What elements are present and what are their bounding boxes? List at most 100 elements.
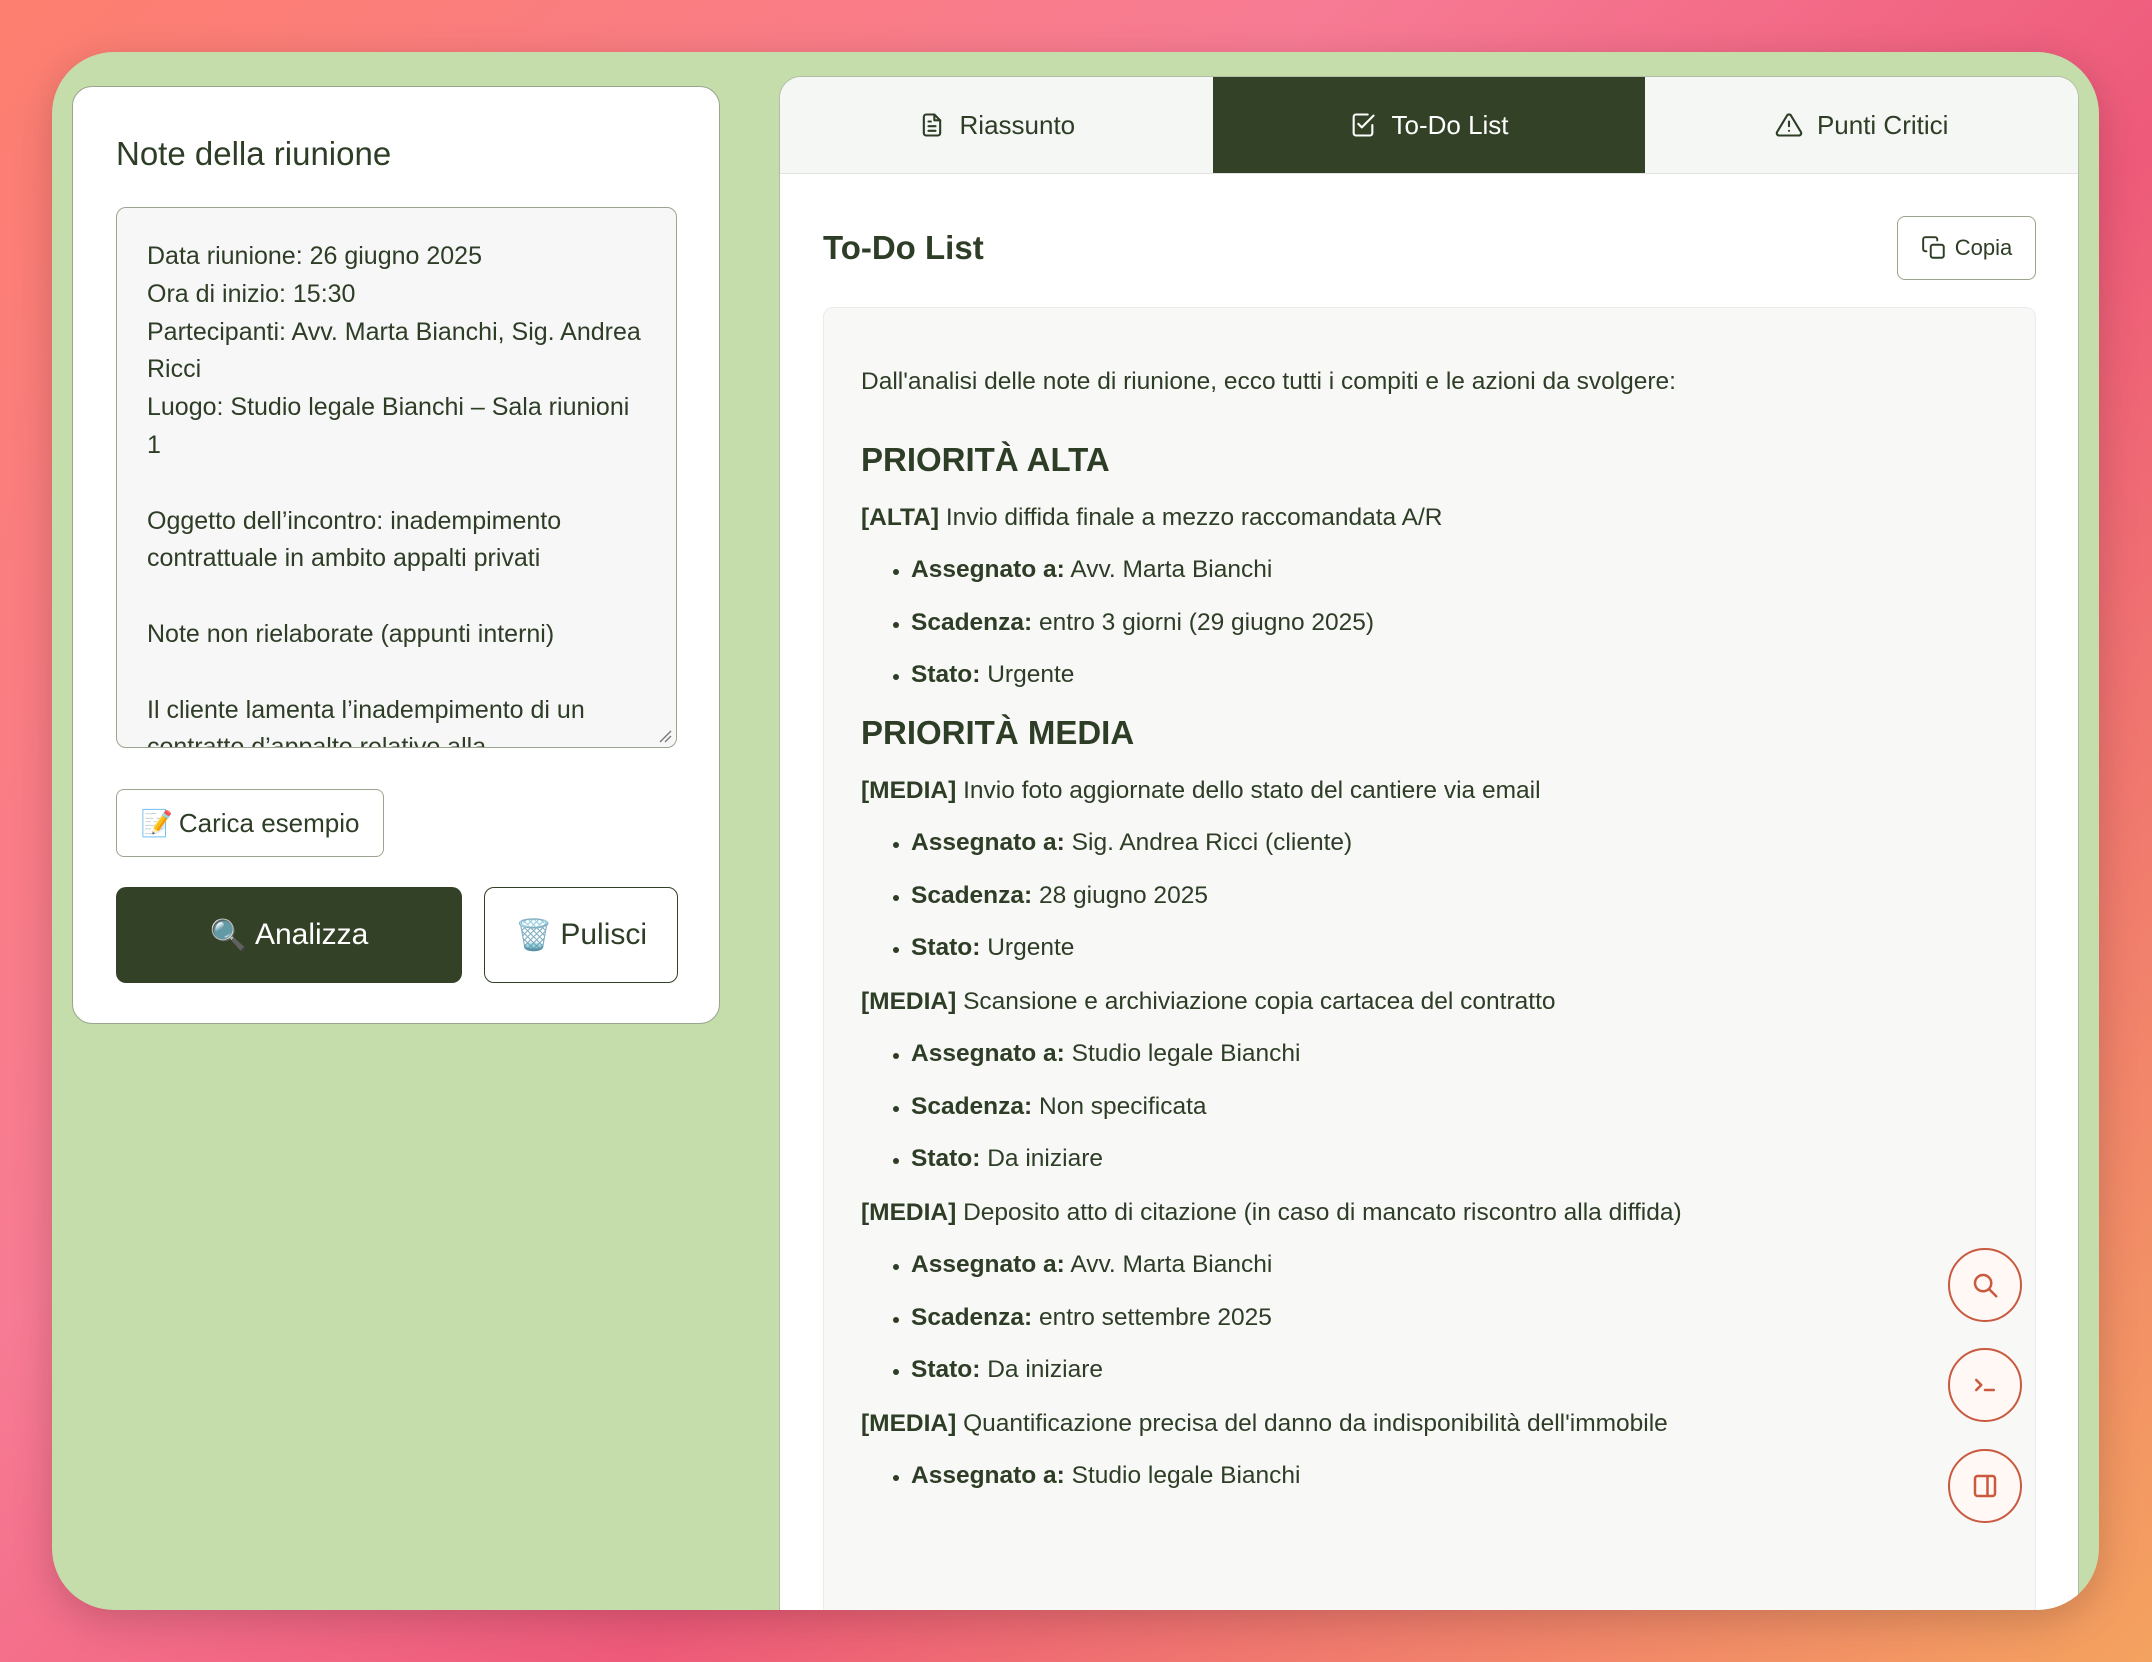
task-priority-tag: [ALTA]: [861, 504, 939, 531]
notes-line: [147, 578, 646, 616]
analyze-button[interactable]: 🔍 Analizza: [116, 887, 462, 983]
copy-icon: [1921, 236, 1945, 259]
priority-heading: PRIORITÀ MEDIA: [861, 714, 1135, 751]
app-frame: Note della riunione Data riunione: 26 gi…: [52, 52, 2099, 1610]
task-due-value: Non specificata: [1039, 1092, 1207, 1120]
resize-grip-icon[interactable]: [658, 729, 672, 743]
copy-label: Copia: [1954, 235, 2013, 260]
task-details: Assegnato a: Studio legale Bianchi: [861, 1460, 1998, 1492]
search-icon: [1973, 1273, 1998, 1298]
analyze-label: Analizza: [254, 918, 369, 951]
checkbox-icon: [1353, 113, 1376, 137]
tab-bar: Riassunto To-Do List Punti Critici: [780, 77, 2078, 174]
task-due: Scadenza: Non specificata: [911, 1091, 1998, 1123]
task-due: Scadenza: entro 3 giorni (29 giugno 2025…: [911, 607, 1998, 639]
task-assigned-value: Avv. Marta Bianchi: [1070, 556, 1273, 583]
tab-riassunto[interactable]: Riassunto: [780, 77, 1213, 173]
task-status-label: Stato:: [911, 1145, 981, 1172]
task-priority-tag: [MEDIA]: [861, 777, 957, 804]
magnifier-icon: 🔍: [209, 918, 247, 952]
load-example-button[interactable]: 📝 Carica esempio: [116, 789, 384, 857]
notes-textarea[interactable]: Data riunione: 26 giugno 2025 Ora di iniz…: [116, 207, 677, 748]
document-icon: [922, 113, 941, 137]
task-assigned-value: Sig. Andrea Ricci (cliente): [1071, 829, 1353, 856]
task-priority-tag: [MEDIA]: [861, 1410, 957, 1437]
notes-line: Data riunione: 26 giugno 2025: [147, 242, 482, 270]
task-assigned-label: Assegnato a:: [911, 1462, 1065, 1489]
panel-title: To-Do List: [823, 229, 984, 266]
task-status: Stato: Urgente: [911, 932, 1998, 964]
task-assigned: Assegnato a: Studio legale Bianchi: [911, 1038, 1998, 1070]
task-title-text: Quantificazione precisa del danno da ind…: [963, 1410, 1668, 1437]
notes-line: Luogo: Studio legale Bianchi – Sala riun…: [147, 393, 637, 459]
task-status-value: Urgente: [987, 934, 1075, 961]
task-status: Stato: Da iniziare: [911, 1354, 1998, 1386]
tab-label: Punti Critici: [1816, 109, 1949, 140]
task-assigned-label: Assegnato a:: [911, 1040, 1065, 1067]
copy-button[interactable]: Copia: [1897, 216, 2036, 280]
task-due-label: Scadenza:: [911, 881, 1033, 909]
notes-line: [147, 465, 646, 503]
task-title-text: Invio diffida finale a mezzo raccomandat…: [945, 504, 1443, 531]
notes-line: Note non rielaborate (appunti interni): [147, 619, 555, 648]
notes-line: [147, 654, 646, 692]
task-details: Assegnato a: Avv. Marta Bianchi Scadenza:…: [861, 1249, 1998, 1386]
notes-line: Ora di inizio: 15:30: [147, 279, 356, 308]
task-assigned-label: Assegnato a:: [911, 829, 1065, 856]
task-details: Assegnato a: Avv. Marta Bianchi Scadenza:…: [861, 554, 1998, 691]
search-fab[interactable]: [1948, 1248, 2022, 1322]
task-title-text: Deposito atto di citazione (in caso di m…: [963, 1199, 1682, 1226]
task-status: Stato: Da iniziare: [911, 1143, 1998, 1175]
tab-label: To-Do List: [1391, 109, 1509, 140]
task-assigned: Assegnato a: Avv. Marta Bianchi: [911, 1249, 1998, 1281]
task-due-value: entro settembre 2025: [1039, 1303, 1272, 1331]
task-title: [ALTA] Invio diffida finale a mezzo racc…: [861, 502, 1998, 534]
task-title: [MEDIA] Quantificazione precisa del dann…: [861, 1408, 1998, 1440]
notes-line: Il cliente lamenta l’inadempimento di un…: [147, 695, 592, 748]
notes-title: Note della riunione: [116, 135, 392, 172]
warning-icon: [1775, 113, 1803, 137]
task-status-value: Da iniziare: [987, 1145, 1103, 1172]
task-details: Assegnato a: Studio legale Bianchi Scaden…: [861, 1038, 1998, 1175]
notes-line: Partecipanti: Avv. Marta Bianchi, Sig. A…: [147, 317, 648, 384]
task-priority-tag: [MEDIA]: [861, 988, 957, 1015]
task-assigned-value: Avv. Marta Bianchi: [1070, 1251, 1273, 1278]
task-title: [MEDIA] Scansione e archiviazione copia …: [861, 986, 1998, 1018]
task-status-label: Stato:: [911, 661, 981, 688]
task-status-label: Stato:: [911, 934, 981, 961]
todo-content: Dall'analisi delle note di riunione, ecc…: [823, 307, 2036, 1610]
clear-label: Pulisci: [560, 918, 648, 951]
intro-text: Dall'analisi delle note di riunione, ecc…: [861, 368, 1676, 395]
task-assigned-value: Studio legale Bianchi: [1071, 1040, 1301, 1067]
task-title: [MEDIA] Invio foto aggiornate dello stat…: [861, 775, 1998, 807]
notes-line: Oggetto dell’incontro: inadempimento con…: [147, 506, 569, 573]
task-status-value: Da iniziare: [987, 1356, 1103, 1383]
task-assigned-label: Assegnato a:: [911, 1251, 1065, 1278]
task-status: Stato: Urgente: [911, 659, 1998, 691]
priority-heading: PRIORITÀ ALTA: [861, 441, 1110, 478]
trash-icon: 🗑️: [514, 918, 553, 952]
task-due: Scadenza: entro settembre 2025: [911, 1302, 1998, 1334]
task-title-text: Invio foto aggiornate dello stato del ca…: [963, 777, 1541, 804]
notes-card: Note della riunione Data riunione: 26 gi…: [72, 86, 720, 1024]
task-priority-tag: [MEDIA]: [861, 1199, 957, 1226]
task-status-value: Urgente: [987, 661, 1075, 688]
task-due-label: Scadenza:: [911, 1092, 1033, 1120]
task-due-value: 28 giugno 2025: [1039, 881, 1208, 909]
tab-todo-list[interactable]: To-Do List: [1212, 77, 1646, 173]
sidebar-panel-icon: [1973, 1474, 1997, 1498]
tab-punti-critici[interactable]: Punti Critici: [1645, 77, 2078, 173]
tab-label: Riassunto: [959, 109, 1076, 140]
terminal-fab[interactable]: [1948, 1348, 2022, 1422]
task-due-value: entro 3 giorni (29 giugno 2025): [1039, 608, 1375, 636]
task-title: [MEDIA] Deposito atto di citazione (in c…: [861, 1197, 1998, 1229]
task-assigned-label: Assegnato a:: [911, 556, 1065, 583]
task-due: Scadenza: 28 giugno 2025: [911, 880, 1998, 912]
clear-button[interactable]: 🗑️ Pulisci: [484, 887, 678, 983]
task-details: Assegnato a: Sig. Andrea Ricci (cliente)…: [861, 827, 1998, 964]
panel-fab[interactable]: [1948, 1449, 2022, 1523]
task-assigned-value: Studio legale Bianchi: [1071, 1462, 1301, 1489]
task-due-label: Scadenza:: [911, 608, 1033, 636]
task-assigned: Assegnato a: Sig. Andrea Ricci (cliente): [911, 827, 1998, 859]
terminal-icon: [1975, 1378, 1995, 1392]
